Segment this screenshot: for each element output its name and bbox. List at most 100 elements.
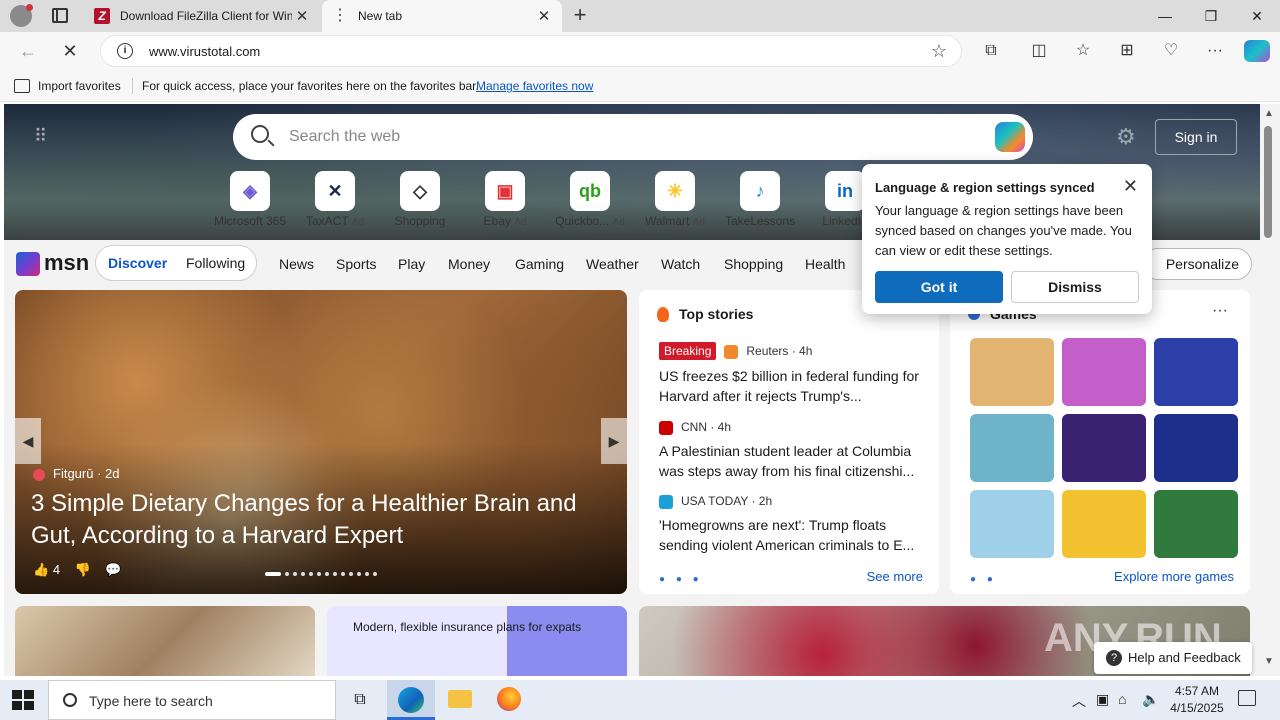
chevron-up-icon[interactable]: ︿	[1072, 691, 1086, 711]
close-icon[interactable]: ✕	[1123, 176, 1138, 197]
story-headline[interactable]: 'Homegrowns are next': Trump floats send…	[659, 515, 924, 555]
copilot-icon[interactable]	[995, 122, 1025, 152]
game-tile-jewels[interactable]	[1154, 338, 1238, 406]
next-arrow-icon[interactable]: ▶	[601, 418, 627, 464]
explore-more-games-link[interactable]: Explore more games	[1114, 569, 1234, 584]
web-search-box[interactable]: Search the web	[233, 114, 1033, 160]
split-screen-icon[interactable]: ◫	[1026, 40, 1052, 62]
feature-headline[interactable]: 3 Simple Dietary Changes for a Healthier…	[31, 488, 611, 552]
previous-arrow-icon[interactable]: ◀	[15, 418, 41, 464]
sign-in-button[interactable]: Sign in	[1155, 119, 1237, 155]
game-tile-thief[interactable]	[970, 490, 1054, 558]
nav-item-shopping[interactable]: Shopping	[724, 256, 783, 272]
close-window-button[interactable]: ✕	[1234, 0, 1280, 32]
tab-actions-icon[interactable]	[52, 8, 68, 23]
tab-new-tab[interactable]: ⋮ New tab ✕	[322, 0, 562, 32]
clock-time: 4:57 AM	[1174, 684, 1220, 698]
game-tile-story[interactable]	[970, 414, 1054, 482]
feature-card[interactable]: ◀ ▶ Fitgurū · 2d 3 Simple Dietary Change…	[15, 290, 627, 594]
see-more-link[interactable]: See more	[867, 569, 923, 584]
task-view-icon[interactable]: ⧉	[346, 686, 374, 714]
quick-link-2[interactable]: ◇ Shopping	[378, 171, 462, 228]
nav-item-news[interactable]: News	[279, 256, 314, 272]
nav-item-gaming[interactable]: Gaming	[515, 256, 564, 272]
personalize-button[interactable]: Personalize	[1142, 248, 1252, 280]
page-scrollbar[interactable]: ▲ ▼	[1260, 104, 1280, 676]
dislike-icon[interactable]: 👎	[75, 562, 91, 577]
story-item[interactable]: USA TODAY · 2h 'Homegrowns are next': Tru…	[659, 494, 924, 555]
game-tile-makeup[interactable]	[1062, 338, 1146, 406]
like-icon[interactable]: 👍	[33, 562, 49, 577]
story-headline[interactable]: A Palestinian student leader at Columbia…	[659, 441, 924, 481]
new-tab-button[interactable]: +	[568, 4, 592, 28]
comment-icon[interactable]: 💬	[105, 562, 121, 577]
story-item[interactable]: Breaking Reuters · 4h US freezes $2 billio…	[659, 342, 924, 406]
file-explorer-icon[interactable]	[448, 690, 472, 708]
story-item[interactable]: CNN · 4h A Palestinian student leader at …	[659, 420, 924, 481]
game-tile-bubble-shooter[interactable]	[1062, 414, 1146, 482]
minimize-button[interactable]: —	[1142, 0, 1188, 32]
quick-link-6[interactable]: ♪ TakeLessons	[718, 171, 802, 228]
taskbar-search-input[interactable]: Type here to search	[89, 693, 213, 709]
tab-following[interactable]: Following	[186, 255, 245, 271]
quick-link-1[interactable]: ✕ TaxACT Ad	[293, 171, 377, 228]
more-options-icon[interactable]: ···	[1212, 302, 1228, 320]
game-tile-crazy-cube[interactable]	[1062, 490, 1146, 558]
quick-link-4[interactable]: qb Quickbo... Ad	[548, 171, 632, 228]
scroll-up-icon[interactable]: ▲	[1264, 108, 1274, 119]
msn-logo[interactable]: msn	[16, 250, 89, 277]
close-tab-icon[interactable]: ✕	[292, 7, 312, 25]
got-it-button[interactable]: Got it	[875, 271, 1003, 303]
close-tab-icon[interactable]: ✕	[534, 7, 554, 25]
nav-item-money[interactable]: Money	[448, 256, 490, 272]
back-icon[interactable]: ←	[16, 40, 40, 62]
dismiss-button[interactable]: Dismiss	[1011, 271, 1139, 303]
site-info-icon[interactable]: i	[117, 43, 133, 59]
manage-favorites-link[interactable]: Manage favorites now	[476, 79, 593, 93]
copilot-icon[interactable]	[1244, 40, 1270, 62]
restore-button[interactable]: ❐	[1188, 0, 1234, 32]
device-icon[interactable]: ▣	[1096, 691, 1109, 708]
taskbar-search[interactable]: Type here to search	[48, 680, 336, 720]
import-favorites-button[interactable]: Import favorites	[38, 79, 121, 93]
game-tile-mahjong[interactable]	[1154, 490, 1238, 558]
notifications-icon[interactable]	[1238, 690, 1256, 706]
quick-link-0[interactable]: ◈ Microsoft 365	[208, 171, 292, 228]
tab-discover[interactable]: Discover	[108, 255, 167, 271]
system-clock[interactable]: 4:57 AM 4/15/2025	[1162, 683, 1232, 717]
nav-item-watch[interactable]: Watch	[661, 256, 700, 272]
news-card-image[interactable]	[15, 606, 315, 676]
insurance-ad-card[interactable]: Modern, flexible insurance plans for exp…	[327, 606, 627, 676]
tab-filezilla[interactable]: Z Download FileZilla Client for Win ✕	[84, 0, 320, 32]
stop-loading-icon[interactable]: ✕	[58, 40, 82, 62]
browser-essentials-icon[interactable]: ♡	[1158, 40, 1184, 62]
windows-start-icon[interactable]	[12, 690, 34, 710]
nav-item-play[interactable]: Play	[398, 256, 425, 272]
address-bar[interactable]: i www.virustotal.com ☆	[100, 35, 962, 67]
edge-icon[interactable]	[398, 687, 424, 713]
nav-item-health[interactable]: Health	[805, 256, 845, 272]
favorites-icon[interactable]: ☆	[1070, 40, 1096, 62]
scroll-down-icon[interactable]: ▼	[1264, 656, 1274, 667]
url-text[interactable]: www.virustotal.com	[149, 44, 260, 59]
import-icon[interactable]	[14, 79, 30, 93]
gear-icon[interactable]: ⚙	[1116, 124, 1136, 150]
firefox-icon[interactable]	[497, 687, 521, 711]
quick-link-5[interactable]: ✳ Walmart Ad	[633, 171, 717, 228]
settings-more-icon[interactable]: ···	[1202, 40, 1228, 62]
game-tile-wood-puzzle[interactable]	[970, 338, 1054, 406]
apps-grid-icon[interactable]: ⠿	[34, 126, 58, 150]
game-tile-blocks[interactable]	[1154, 414, 1238, 482]
help-feedback-button[interactable]: Help and Feedback	[1094, 642, 1252, 674]
story-headline[interactable]: US freezes $2 billion in federal funding…	[659, 366, 924, 406]
favorite-star-icon[interactable]: ☆	[931, 41, 947, 62]
extensions-icon[interactable]: ⧉	[978, 40, 1004, 62]
quick-link-3[interactable]: ▣ Ebay Ad	[463, 171, 547, 228]
scroll-thumb[interactable]	[1264, 126, 1272, 238]
network-icon[interactable]: ⌂	[1118, 691, 1126, 707]
nav-item-weather[interactable]: Weather	[586, 256, 639, 272]
volume-icon[interactable]: 🔈	[1142, 691, 1159, 708]
collections-icon[interactable]: ⊞	[1114, 40, 1140, 62]
nav-item-sports[interactable]: Sports	[336, 256, 376, 272]
search-input[interactable]: Search the web	[289, 128, 400, 146]
